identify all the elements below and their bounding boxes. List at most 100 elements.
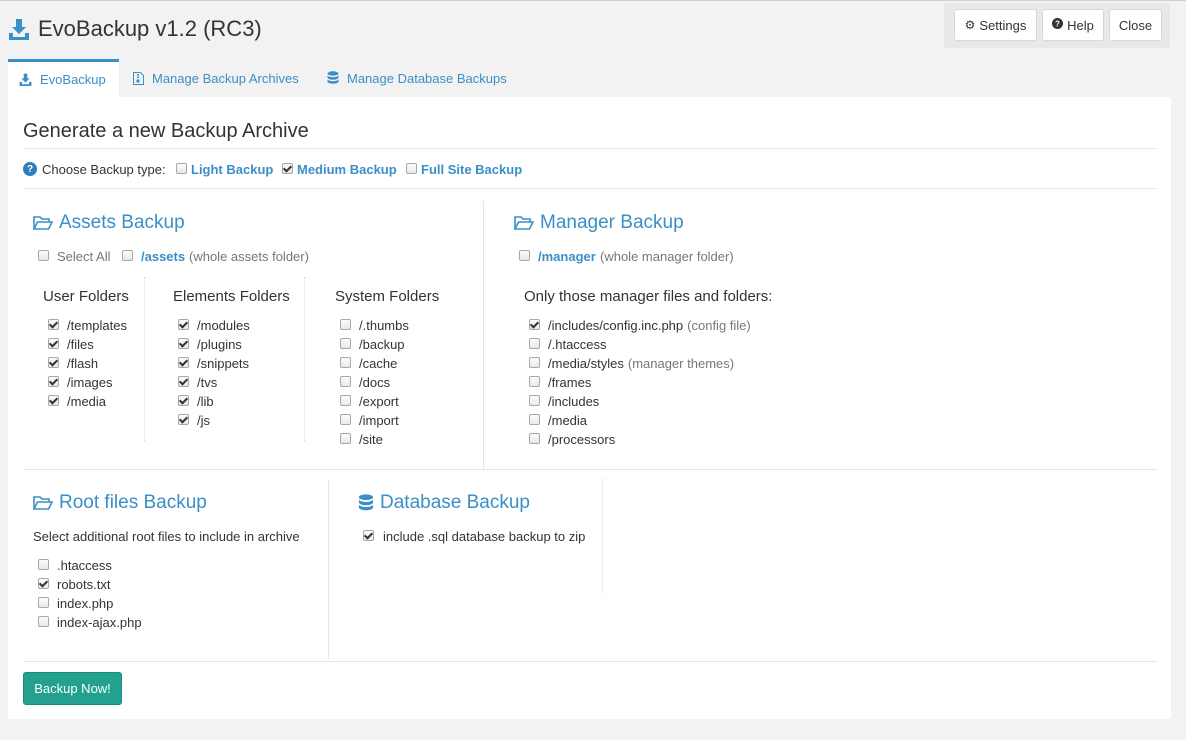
elements-folder-label[interactable]: /modules [197,318,250,333]
root-files-backup-title: Root files Backup [59,492,207,513]
manager-folder-link[interactable]: /manager [538,249,596,264]
full-site-backup-label[interactable]: Full Site Backup [421,162,522,177]
system-folder-label[interactable]: /backup [359,337,405,352]
manager-file-label[interactable]: /media [548,413,587,428]
manager-file-label[interactable]: /includes [548,394,599,409]
folder-open-icon [33,496,53,510]
assets-folder-checkbox[interactable] [122,250,133,261]
system-folder-text: /docs [359,375,391,390]
user-folder-label[interactable]: /templates [67,318,127,333]
elements-folder-checkbox[interactable] [178,414,189,425]
manager-file-checkbox[interactable] [529,395,540,406]
elements-folder-checkbox[interactable] [178,319,189,330]
elements-folder-checkbox[interactable] [178,357,189,368]
system-folder-checkbox[interactable] [340,414,351,425]
system-folder-checkbox[interactable] [340,395,351,406]
manager-file-checkbox[interactable] [529,414,540,425]
elements-folder-checkbox[interactable] [178,338,189,349]
system-folder-label[interactable]: /site [359,432,383,447]
assets-folder-link[interactable]: /assets [141,249,185,264]
root-file-text: index-ajax.php [57,615,142,630]
manager-file-checkbox[interactable] [529,319,540,330]
root-file-checkbox[interactable] [38,578,49,589]
user-folder-label[interactable]: /files [67,337,94,352]
select-all-checkbox[interactable] [38,250,49,261]
system-folder-checkbox[interactable] [340,319,351,330]
elements-folder-label[interactable]: /lib [197,394,214,409]
settings-button[interactable]: ⚙ Settings [954,9,1037,41]
user-folder-text: /templates [67,318,127,333]
tab-evobackup[interactable]: EvoBackup [8,59,119,97]
user-folder-label[interactable]: /images [67,375,113,390]
column-divider [144,277,145,441]
user-folder-checkbox[interactable] [48,395,59,406]
include-sql-checkbox[interactable] [363,530,374,541]
manager-folder-note: (whole manager folder) [600,249,734,264]
full-site-backup-checkbox[interactable] [406,163,417,174]
root-file-label[interactable]: .htaccess [57,558,112,573]
root-file-checkbox[interactable] [38,597,49,608]
user-folder-checkbox[interactable] [48,376,59,387]
root-file-label[interactable]: index-ajax.php [57,615,142,630]
manager-folder-checkbox[interactable] [519,250,530,261]
close-label: Close [1118,17,1153,33]
divider [23,148,1157,149]
divider [23,188,1157,189]
system-folder-checkbox[interactable] [340,376,351,387]
folder-open-icon [33,216,53,230]
user-folder-label[interactable]: /media [67,394,106,409]
question-circle-icon[interactable]: ? [23,162,37,176]
user-folder-label[interactable]: /flash [67,356,98,371]
light-backup-label[interactable]: Light Backup [191,162,273,177]
system-folder-checkbox[interactable] [340,357,351,368]
select-all-label[interactable]: Select All [57,249,110,264]
manager-file-checkbox[interactable] [529,338,540,349]
system-folder-label[interactable]: /import [359,413,399,428]
system-folder-label[interactable]: /docs [359,375,390,390]
system-folder-label[interactable]: /.thumbs [359,318,409,333]
system-folder-label[interactable]: /cache [359,356,397,371]
elements-folders-heading: Elements Folders [173,288,290,305]
tab-manage-database-backups[interactable]: Manage Database Backups [316,59,522,97]
root-file-text: index.php [57,596,114,611]
elements-folder-label[interactable]: /tvs [197,375,217,390]
help-button[interactable]: ? Help [1042,9,1104,41]
manager-file-label[interactable]: /includes/config.inc.php (config file) [548,318,751,333]
manager-file-checkbox[interactable] [529,357,540,368]
backup-now-button[interactable]: Backup Now! [23,672,122,705]
download-icon [19,73,32,86]
medium-backup-checkbox[interactable] [282,163,293,174]
light-backup-checkbox[interactable] [176,163,187,174]
root-file-checkbox[interactable] [38,559,49,570]
user-folder-checkbox[interactable] [48,338,59,349]
system-folder-label[interactable]: /export [359,394,399,409]
system-folder-checkbox[interactable] [340,433,351,444]
elements-folder-label[interactable]: /plugins [197,337,242,352]
root-file-label[interactable]: index.php [57,596,113,611]
user-folder-checkbox[interactable] [48,319,59,330]
system-folder-checkbox[interactable] [340,338,351,349]
file-archive-icon [133,71,144,85]
medium-backup-label[interactable]: Medium Backup [297,162,397,177]
manager-file-checkbox[interactable] [529,376,540,387]
elements-folder-checkbox[interactable] [178,395,189,406]
user-folder-checkbox[interactable] [48,357,59,368]
manager-file-label[interactable]: /frames [548,375,591,390]
tab-manage-backup-archives[interactable]: Manage Backup Archives [122,59,312,97]
manager-file-label[interactable]: /.htaccess [548,337,607,352]
root-file-label[interactable]: robots.txt [57,577,110,592]
include-sql-label[interactable]: include .sql database backup to zip [383,529,585,544]
elements-folder-label[interactable]: /snippets [197,356,249,371]
manager-file-label[interactable]: /media/styles (manager themes) [548,356,734,371]
manager-file-text: /frames [548,375,592,390]
user-folder-text: /images [67,375,113,390]
user-folders-heading: User Folders [43,288,129,305]
manager-file-checkbox[interactable] [529,433,540,444]
download-icon [9,19,29,40]
elements-folder-checkbox[interactable] [178,376,189,387]
root-file-checkbox[interactable] [38,616,49,627]
column-divider [304,277,305,441]
elements-folder-label[interactable]: /js [197,413,210,428]
close-button[interactable]: Close [1109,9,1162,41]
manager-file-label[interactable]: /processors [548,432,615,447]
